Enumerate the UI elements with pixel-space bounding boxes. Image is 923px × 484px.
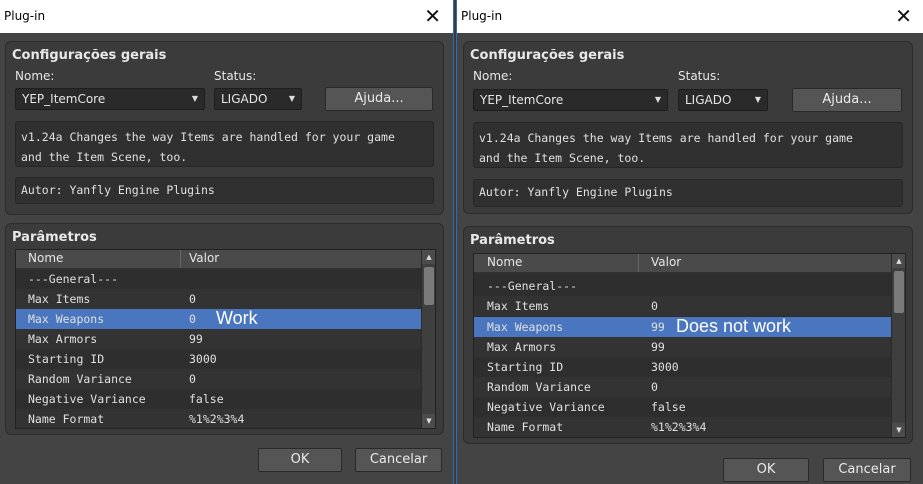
table-row[interactable]: Random Variance 0 <box>16 369 421 389</box>
help-button[interactable]: Ajuda... <box>792 88 902 112</box>
table-row[interactable]: Name Format %1%2%3%4 <box>16 409 421 428</box>
status-label: Status: <box>214 69 257 83</box>
general-settings-heading: Configurações gerais <box>470 48 625 63</box>
column-header-name[interactable]: Nome <box>487 255 522 269</box>
status-select[interactable]: LIGADO ▼ <box>214 88 302 110</box>
title-bar[interactable]: Plug-in ✕ <box>0 0 453 33</box>
chevron-down-icon: ▼ <box>288 94 295 103</box>
table-row[interactable]: Max Armors 99 <box>474 337 891 357</box>
chevron-down-icon: ▼ <box>191 94 198 103</box>
close-icon[interactable]: ✕ <box>424 4 441 28</box>
status-label: Status: <box>678 69 721 83</box>
table-header: Nome Valor <box>16 250 421 269</box>
table-row[interactable]: Max Items 0 <box>474 296 891 316</box>
status-select[interactable]: LIGADO ▼ <box>678 89 768 111</box>
plugin-author: Autor: Yanfly Engine Plugins <box>15 177 434 204</box>
column-header-value[interactable]: Valor <box>651 255 681 269</box>
table-row[interactable]: Name Format %1%2%3%4 <box>474 417 891 437</box>
table-row[interactable]: ---General--- <box>474 276 891 296</box>
scrollbar[interactable]: ▲ ▼ <box>891 254 905 437</box>
parameters-panel: Parâmetros Nome Valor ---General--- Max … <box>463 226 913 444</box>
window-title: Plug-in <box>4 9 46 23</box>
table-row[interactable]: Negative Variance false <box>474 397 891 417</box>
scroll-down-icon[interactable]: ▼ <box>422 414 435 428</box>
status-value: LIGADO <box>685 93 732 107</box>
cancel-button[interactable]: Cancelar <box>355 448 442 472</box>
plugin-name-value: YEP_ItemCore <box>22 92 106 106</box>
scroll-up-icon[interactable]: ▲ <box>892 254 905 268</box>
help-button[interactable]: Ajuda... <box>325 87 433 111</box>
scrollbar[interactable]: ▲ ▼ <box>421 250 435 428</box>
table-row[interactable]: Random Variance 0 <box>474 377 891 397</box>
annotation-text: Does not work <box>676 316 792 336</box>
window-title: Plug-in <box>461 9 503 23</box>
scroll-up-icon[interactable]: ▲ <box>422 250 435 264</box>
plugin-window-left: Plug-in ✕ Configurações gerais Nome: YEP… <box>0 0 454 484</box>
table-row[interactable]: ---General--- <box>16 269 421 289</box>
table-row[interactable]: Negative Variance false <box>16 389 421 409</box>
scrollbar-thumb[interactable] <box>894 271 904 313</box>
parameters-heading: Parâmetros <box>470 233 555 248</box>
parameters-table: Nome Valor ---General--- Max Items 0 Max… <box>15 249 436 429</box>
column-header-name[interactable]: Nome <box>28 251 63 265</box>
general-settings-heading: Configurações gerais <box>12 48 167 63</box>
scroll-down-icon[interactable]: ▼ <box>892 423 905 437</box>
ok-button[interactable]: OK <box>258 448 342 472</box>
plugin-description: v1.24a Changes the way Items are handled… <box>15 121 434 167</box>
cancel-button[interactable]: Cancelar <box>823 458 911 482</box>
table-header: Nome Valor <box>474 254 891 273</box>
parameters-table: Nome Valor ---General--- Max Items 0 Max… <box>473 253 906 438</box>
table-row[interactable]: Max Items 0 <box>16 289 421 309</box>
annotation-text: Work <box>216 308 258 328</box>
close-icon[interactable]: ✕ <box>895 4 912 28</box>
ok-button[interactable]: OK <box>723 458 809 482</box>
table-row[interactable]: Starting ID 3000 <box>16 349 421 369</box>
parameters-heading: Parâmetros <box>12 230 97 245</box>
plugin-name-value: YEP_ItemCore <box>480 93 564 107</box>
table-row[interactable]: Starting ID 3000 <box>474 357 891 377</box>
column-header-value[interactable]: Valor <box>189 251 219 265</box>
general-settings-panel: Configurações gerais Nome: YEP_ItemCore … <box>5 41 444 215</box>
plugin-name-select[interactable]: YEP_ItemCore ▼ <box>473 89 668 111</box>
name-label: Nome: <box>473 69 513 83</box>
scrollbar-thumb[interactable] <box>424 267 434 305</box>
chevron-down-icon: ▼ <box>654 95 661 104</box>
table-row[interactable]: Max Armors 99 <box>16 329 421 349</box>
plugin-window-right: Plug-in ✕ Configurações gerais Nome: YEP… <box>456 0 923 484</box>
status-value: LIGADO <box>221 92 268 106</box>
name-label: Nome: <box>15 69 55 83</box>
title-bar[interactable]: Plug-in ✕ <box>457 0 923 33</box>
plugin-name-select[interactable]: YEP_ItemCore ▼ <box>15 88 205 110</box>
plugin-author: Autor: Yanfly Engine Plugins <box>473 179 903 207</box>
general-settings-panel: Configurações gerais Nome: YEP_ItemCore … <box>463 41 913 214</box>
chevron-down-icon: ▼ <box>754 95 761 104</box>
parameters-panel: Parâmetros Nome Valor ---General--- Max … <box>5 223 444 435</box>
plugin-description: v1.24a Changes the way Items are handled… <box>473 122 903 168</box>
